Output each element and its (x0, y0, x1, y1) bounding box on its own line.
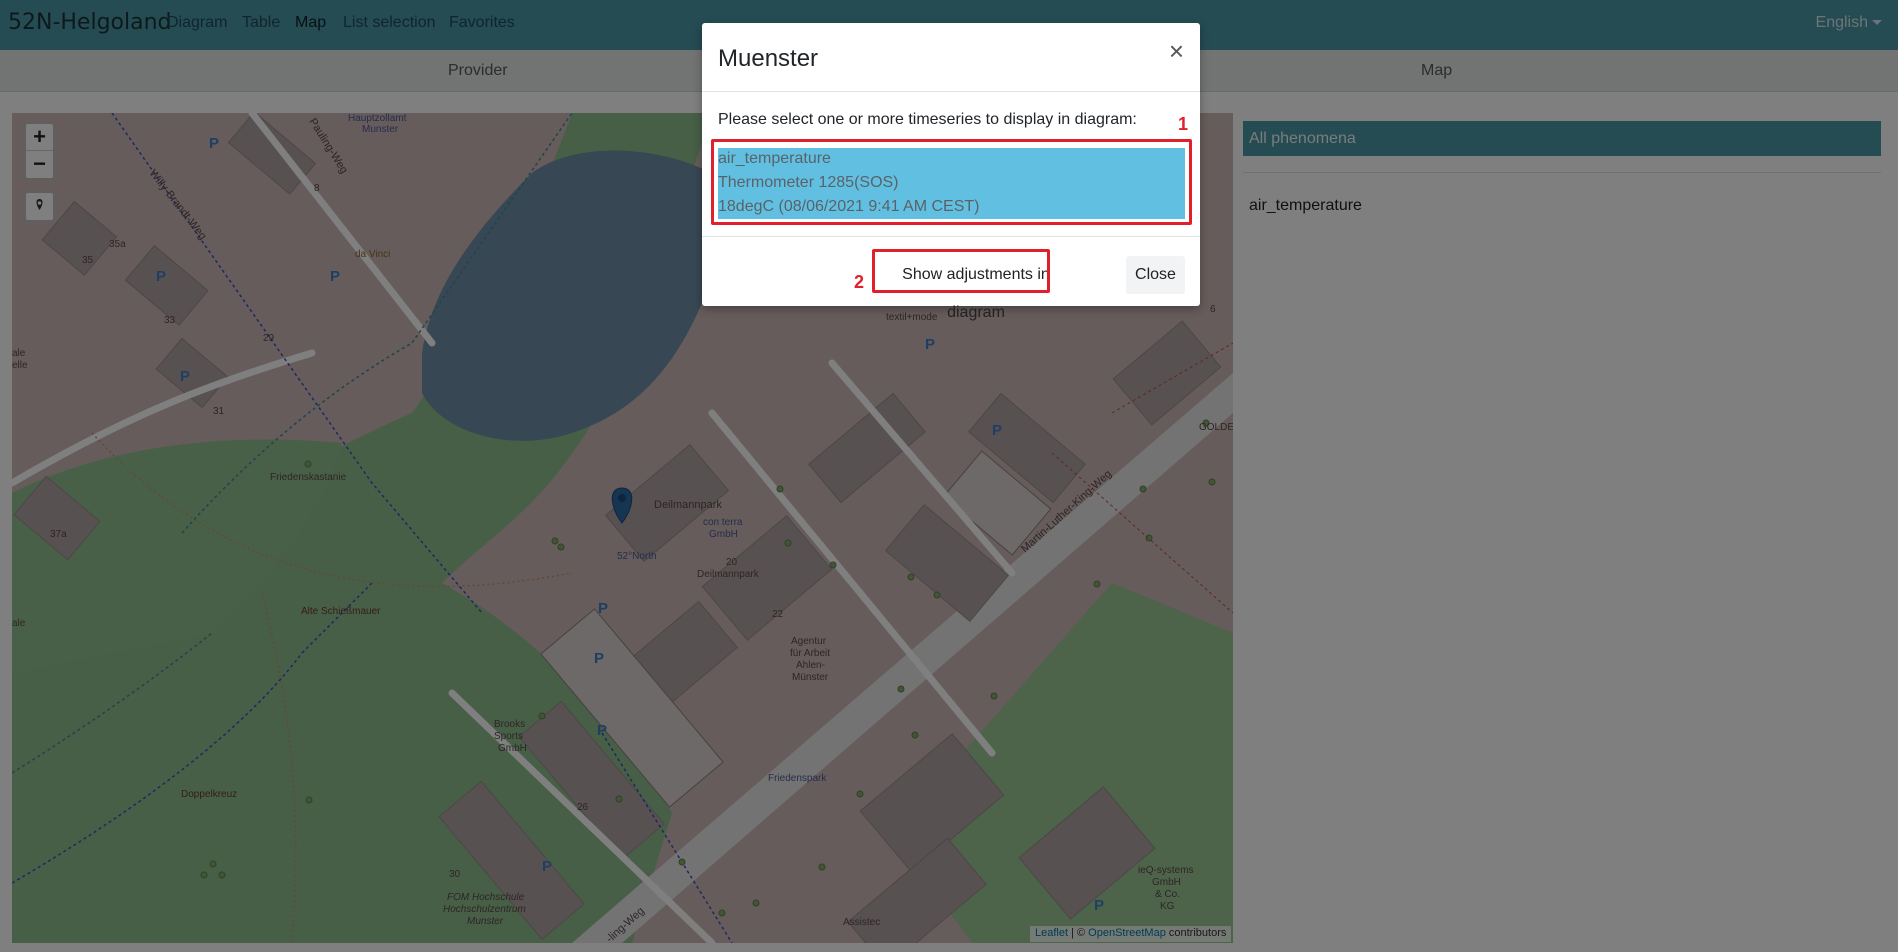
modal-header-divider (702, 91, 1200, 92)
modal-title: Muenster (718, 45, 819, 72)
close-icon[interactable]: × (1169, 38, 1184, 64)
annotation-number-2: 2 (854, 272, 865, 292)
modal-footer-divider (702, 236, 1200, 237)
modal-prompt: Please select one or more timeseries to … (718, 111, 1137, 128)
annotation-box-2 (872, 249, 1050, 293)
annotation-box-1 (711, 139, 1192, 225)
app-root: 52N-Helgoland Diagram Table Map List sel… (0, 0, 1898, 952)
close-button[interactable]: Close (1126, 256, 1185, 294)
annotation-number-1: 1 (1178, 114, 1189, 134)
